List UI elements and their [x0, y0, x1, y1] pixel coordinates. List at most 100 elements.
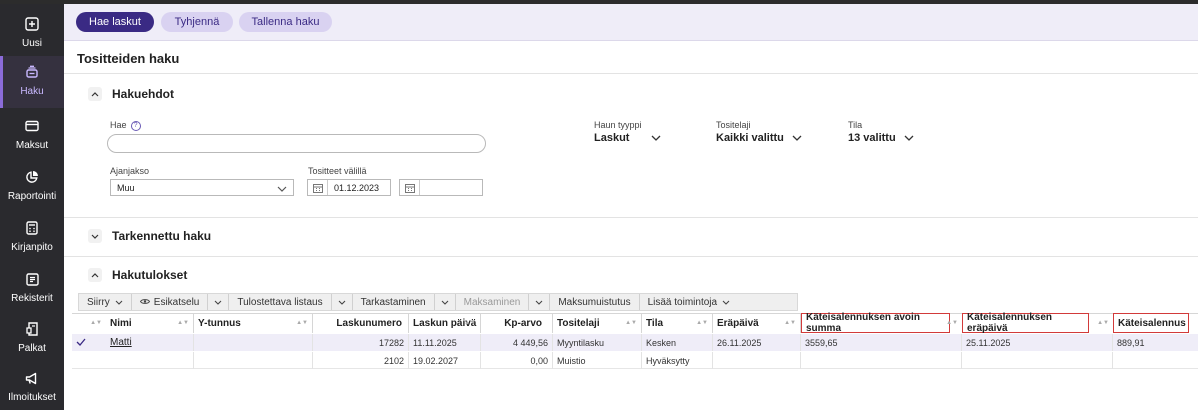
row-checkbox[interactable] — [72, 334, 106, 351]
table-row[interactable]: 2102 19.02.2027 0,00 Muistio Hyväksytty — [72, 352, 1198, 369]
cell-cash-discount: 889,91 — [1117, 337, 1145, 348]
sort-icon: ▲▼ — [784, 320, 796, 326]
sidebar-item-palkat[interactable]: Palkat — [0, 313, 64, 363]
sidebar-item-label: Palkat — [18, 343, 46, 354]
goto-menu-button[interactable]: Siirry — [79, 294, 132, 310]
column-header-label: Kp-arvo — [504, 317, 542, 329]
period-select[interactable]: Muu — [110, 179, 294, 196]
date-from-input[interactable]: 01.12.2023 — [307, 179, 391, 196]
column-header-doc-type[interactable]: Tositelaji ▲▼ — [553, 313, 642, 333]
print-list-button[interactable]: Tulostettava listaus — [229, 294, 332, 310]
sidebar-item-label: Raportointi — [7, 191, 57, 202]
column-header-label: Tositelaji — [557, 317, 600, 329]
payment-options-button[interactable] — [529, 294, 551, 310]
chevron-down-icon — [722, 297, 730, 308]
preview-button[interactable]: Esikatselu — [132, 294, 209, 310]
cell-status: Hyväksytty — [642, 352, 713, 369]
doc-type-value: Kaikki valittu — [716, 132, 784, 144]
customer-name-link[interactable]: Matti — [106, 334, 194, 351]
cell-doc-type: Muistio — [553, 352, 642, 369]
doc-type-dropdown[interactable]: Kaikki valittu — [716, 132, 802, 144]
column-header-cash-discount-due-date[interactable]: Käteisalennuksen eräpäivä — [962, 312, 1089, 334]
column-header-cash-discount-open-sum[interactable]: Käteisalennuksen avoin summa — [801, 312, 950, 334]
sidebar-item-label: Maksut — [15, 140, 49, 151]
chevron-down-icon — [277, 184, 287, 194]
cell-ytunnus — [194, 334, 313, 351]
cell-invoice-date: 19.02.2027 — [409, 352, 481, 369]
criteria-section-toggle[interactable]: Hakuehdot — [88, 87, 174, 101]
status-label: Tila — [848, 120, 863, 130]
cell-doc-type: Myyntilasku — [553, 334, 642, 351]
cell-kp-value: 0,00 — [481, 352, 553, 369]
sort-icon: ▲▼ — [946, 320, 958, 326]
review-button[interactable]: Tarkastaminen — [353, 294, 435, 310]
status-dropdown[interactable]: 13 valittu — [848, 132, 914, 144]
payment-button[interactable]: Maksaminen — [456, 294, 530, 310]
cell-ytunnus — [194, 352, 313, 369]
column-header-label: Tila — [646, 317, 664, 329]
clear-button[interactable]: Tyhjennä — [161, 12, 233, 32]
divider — [64, 256, 1198, 257]
cell-cash-discount-due-date: 25.11.2025 — [962, 334, 1113, 351]
cell-invoice-number: 17282 — [313, 334, 409, 351]
payslip-icon — [23, 320, 41, 338]
chevron-down-icon — [338, 297, 346, 308]
advanced-section-toggle[interactable]: Tarkennettu haku — [88, 229, 211, 243]
customer-name-link[interactable] — [106, 352, 194, 369]
column-header-name[interactable]: Nimi ▲▼ — [106, 313, 194, 333]
search-invoices-button[interactable]: Hae laskut — [76, 12, 154, 32]
search-input[interactable] — [107, 134, 486, 153]
sort-icon: ▲▼ — [90, 320, 102, 326]
chevron-down-icon — [651, 132, 661, 144]
column-header-ytunnus[interactable]: Y-tunnus ▲▼ — [194, 313, 313, 333]
sidebar-item-raportointi[interactable]: Raportointi — [0, 161, 64, 211]
cell-due-date: 26.11.2025 — [713, 334, 801, 351]
docs-between-label: Tositteet välillä — [308, 166, 367, 176]
sidebar-item-haku[interactable]: Haku — [0, 56, 64, 108]
sidebar-item-label: Rekisterit — [11, 293, 53, 304]
help-icon[interactable]: ? — [130, 120, 141, 131]
print-list-options-button[interactable] — [332, 294, 353, 310]
preview-options-button[interactable] — [208, 294, 230, 310]
advanced-section-title: Tarkennettu haku — [112, 229, 212, 243]
print-list-label: Tulostettava listaus — [237, 296, 323, 308]
calendar-icon[interactable] — [400, 180, 420, 195]
results-section-toggle[interactable]: Hakutulokset — [88, 268, 187, 282]
column-header-due-date[interactable]: Eräpäivä ▲▼ — [713, 313, 801, 333]
column-header-invoice-number[interactable]: Laskunumero — [313, 313, 409, 333]
sort-icon: ▲▼ — [177, 320, 189, 326]
sort-icon: ▲▼ — [1097, 320, 1109, 326]
calendar-icon[interactable] — [308, 180, 328, 195]
search-type-dropdown[interactable]: Laskut — [594, 132, 661, 144]
row-checkbox[interactable] — [72, 352, 106, 369]
pie-chart-icon — [23, 168, 41, 186]
criteria-section-title: Hakuehdot — [112, 87, 175, 101]
chevron-down-icon — [904, 132, 914, 144]
divider — [64, 73, 1198, 74]
column-header-invoice-date[interactable]: Laskun päivä ▲▼ — [409, 313, 481, 333]
review-options-button[interactable] — [435, 294, 456, 310]
sidebar-item-maksut[interactable]: Maksut — [0, 110, 64, 160]
results-section-title: Hakutulokset — [112, 268, 188, 282]
save-search-button[interactable]: Tallenna haku — [239, 12, 332, 32]
select-all-header[interactable]: ▲▼ — [72, 313, 106, 333]
doc-type-label: Tositelaji — [716, 120, 751, 130]
sidebar-item-rekisterit[interactable]: Rekisterit — [0, 263, 64, 313]
table-row[interactable]: Matti 17282 11.11.2025 4 449,56 Myyntila… — [72, 334, 1198, 351]
column-header-label: Käteisalennuksen eräpäivä — [967, 312, 1053, 334]
reminder-button[interactable]: Maksumuistutus — [550, 294, 640, 310]
sidebar-item-uusi[interactable]: Uusi — [0, 8, 64, 58]
sort-icon: ▲▼ — [464, 320, 476, 326]
more-actions-button[interactable]: Lisää toimintoja — [640, 294, 738, 310]
sidebar-item-label: Haku — [20, 86, 44, 97]
column-header-cash-discount[interactable]: Käteisalennus — [1113, 313, 1189, 333]
chevron-down-icon — [214, 297, 222, 308]
sidebar-item-ilmoitukset[interactable]: Ilmoitukset — [0, 362, 64, 412]
review-label: Tarkastaminen — [360, 296, 426, 308]
sidebar-item-kirjanpito[interactable]: Kirjanpito — [0, 212, 64, 262]
preview-label: Esikatselu — [153, 296, 200, 308]
chevron-down-icon — [535, 297, 543, 308]
date-to-input[interactable] — [399, 179, 483, 196]
column-header-kp-value[interactable]: Kp-arvo — [481, 313, 553, 333]
column-header-status[interactable]: Tila ▲▼ — [642, 313, 713, 333]
